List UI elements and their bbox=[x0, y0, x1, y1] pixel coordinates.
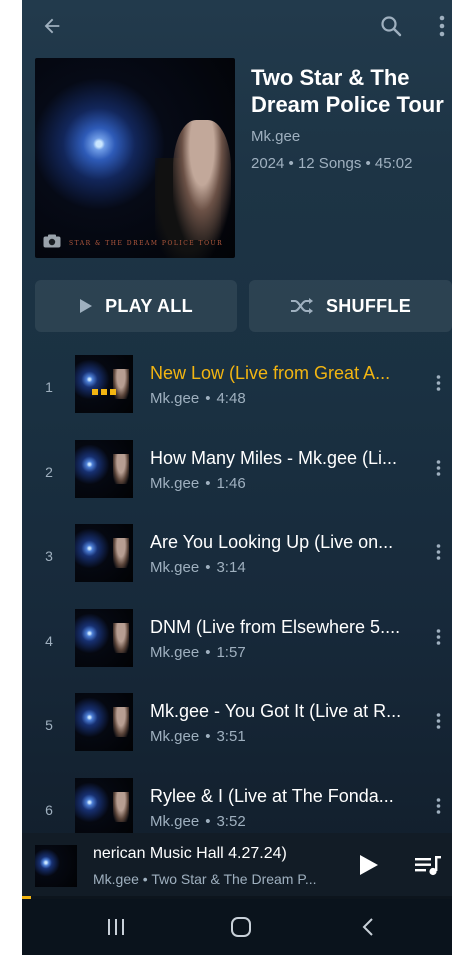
track-number: 2 bbox=[45, 464, 53, 480]
mini-player[interactable]: nerican Music Hall 4.27.24) Mk.gee • Two… bbox=[22, 833, 452, 897]
album-meta: 2024 • 12 Songs • 45:02 bbox=[251, 155, 413, 172]
track-thumbnail bbox=[75, 609, 133, 667]
now-playing-icon bbox=[92, 389, 116, 395]
track-title: Mk.gee - You Got It (Live at R... bbox=[150, 701, 402, 721]
shuffle-label: SHUFFLE bbox=[325, 295, 412, 316]
track-artist: Mk.gee bbox=[150, 728, 200, 745]
track-duration: 1:46 bbox=[216, 475, 246, 492]
separator: • bbox=[205, 644, 211, 661]
track-row[interactable]: 2 How Many Miles - Mk.gee (Li... Mk.gee •… bbox=[22, 436, 452, 520]
shuffle-icon bbox=[290, 298, 313, 314]
track-duration: 3:14 bbox=[216, 559, 246, 576]
play-button[interactable] bbox=[354, 851, 382, 879]
search-button[interactable] bbox=[375, 10, 407, 42]
track-title: New Low (Live from Great A... bbox=[150, 363, 391, 383]
more-vertical-icon bbox=[436, 544, 440, 560]
track-more-button[interactable] bbox=[428, 625, 448, 649]
track-number: 5 bbox=[45, 717, 53, 733]
track-more-button[interactable] bbox=[428, 540, 448, 564]
separator: • bbox=[205, 475, 211, 492]
mini-player-thumbnail bbox=[35, 845, 77, 887]
track-title: DNM (Live from Elsewhere 5.... bbox=[150, 617, 401, 637]
track-artist: Mk.gee bbox=[150, 559, 200, 576]
shuffle-button[interactable]: SHUFFLE bbox=[249, 280, 452, 332]
phone-screen: STAR & THE DREAM POLICE TOUR Two Star & … bbox=[22, 0, 452, 955]
track-title: How Many Miles - Mk.gee (Li... bbox=[150, 448, 398, 468]
arrow-left-icon bbox=[44, 18, 60, 34]
more-vertical-icon bbox=[436, 798, 440, 814]
track-thumbnail bbox=[75, 355, 133, 413]
track-thumbnail bbox=[75, 524, 133, 582]
separator: • bbox=[205, 559, 211, 576]
album-artist[interactable]: Mk.gee bbox=[251, 128, 300, 145]
cover-caption: STAR & THE DREAM POLICE TOUR bbox=[69, 240, 224, 247]
track-more-button[interactable] bbox=[428, 371, 448, 395]
search-icon bbox=[381, 16, 402, 37]
track-row[interactable]: 4 DNM (Live from Elsewhere 5.... Mk.gee •… bbox=[22, 605, 452, 689]
system-nav-bar bbox=[22, 899, 452, 955]
track-number: 1 bbox=[45, 379, 53, 395]
back-nav-button[interactable] bbox=[356, 915, 380, 939]
track-duration: 3:52 bbox=[216, 813, 246, 830]
separator: • bbox=[205, 813, 211, 830]
recent-apps-icon bbox=[108, 919, 124, 935]
more-vertical-icon bbox=[436, 713, 440, 729]
chevron-left-icon bbox=[362, 918, 373, 936]
home-button[interactable] bbox=[228, 915, 254, 939]
back-button[interactable] bbox=[36, 10, 68, 42]
track-title: Are You Looking Up (Live on... bbox=[150, 532, 394, 552]
track-subtitle: Mk.gee • 3:52 bbox=[150, 813, 246, 830]
track-duration: 3:51 bbox=[216, 728, 246, 745]
track-subtitle: Mk.gee • 3:51 bbox=[150, 728, 246, 745]
more-vertical-icon bbox=[436, 629, 440, 645]
more-vertical-icon bbox=[436, 375, 440, 391]
queue-icon[interactable] bbox=[414, 853, 442, 879]
cover-figure bbox=[173, 120, 231, 240]
camera-icon[interactable] bbox=[43, 234, 61, 248]
album-cover[interactable]: STAR & THE DREAM POLICE TOUR bbox=[35, 58, 235, 258]
top-bar bbox=[22, 0, 452, 52]
track-number: 6 bbox=[45, 802, 53, 818]
track-title: Rylee & I (Live at The Fonda... bbox=[150, 786, 394, 806]
track-duration: 1:57 bbox=[216, 644, 246, 661]
home-icon bbox=[231, 917, 251, 937]
track-more-button[interactable] bbox=[428, 794, 448, 818]
track-subtitle: Mk.gee • 3:14 bbox=[150, 559, 246, 576]
mini-player-subtitle: Mk.gee • Two Star & The Dream P... bbox=[93, 871, 317, 887]
track-thumbnail bbox=[75, 693, 133, 751]
mini-player-title: nerican Music Hall 4.27.24) bbox=[93, 845, 287, 862]
track-number: 4 bbox=[45, 633, 53, 649]
more-vertical-icon bbox=[436, 460, 440, 476]
play-icon bbox=[80, 299, 93, 313]
track-thumbnail bbox=[75, 440, 133, 498]
track-artist: Mk.gee bbox=[150, 644, 200, 661]
track-duration: 4:48 bbox=[216, 390, 246, 407]
track-thumbnail bbox=[75, 778, 133, 836]
track-row[interactable]: 1 New Low (Live from Great A... Mk.gee • 4… bbox=[22, 351, 452, 435]
separator: • bbox=[205, 390, 211, 407]
album-title: Two Star & The Dream Police Tour bbox=[251, 65, 444, 117]
track-subtitle: Mk.gee • 1:46 bbox=[150, 475, 246, 492]
play-all-label: PLAY ALL bbox=[105, 295, 193, 316]
more-vertical-icon bbox=[439, 15, 445, 37]
recent-apps-button[interactable] bbox=[104, 915, 128, 939]
track-artist: Mk.gee bbox=[150, 475, 200, 492]
track-artist: Mk.gee bbox=[150, 813, 200, 830]
play-all-button[interactable]: PLAY ALL bbox=[35, 280, 237, 332]
separator: • bbox=[205, 728, 211, 745]
track-more-button[interactable] bbox=[428, 709, 448, 733]
track-more-button[interactable] bbox=[428, 456, 448, 480]
track-number: 3 bbox=[45, 548, 53, 564]
track-subtitle: Mk.gee • 1:57 bbox=[150, 644, 246, 661]
track-row[interactable]: 3 Are You Looking Up (Live on... Mk.gee •… bbox=[22, 520, 452, 604]
track-subtitle: Mk.gee • 4:48 bbox=[150, 390, 246, 407]
track-artist: Mk.gee bbox=[150, 390, 200, 407]
track-row[interactable]: 5 Mk.gee - You Got It (Live at R... Mk.g… bbox=[22, 689, 452, 773]
more-options-button[interactable] bbox=[432, 10, 452, 42]
